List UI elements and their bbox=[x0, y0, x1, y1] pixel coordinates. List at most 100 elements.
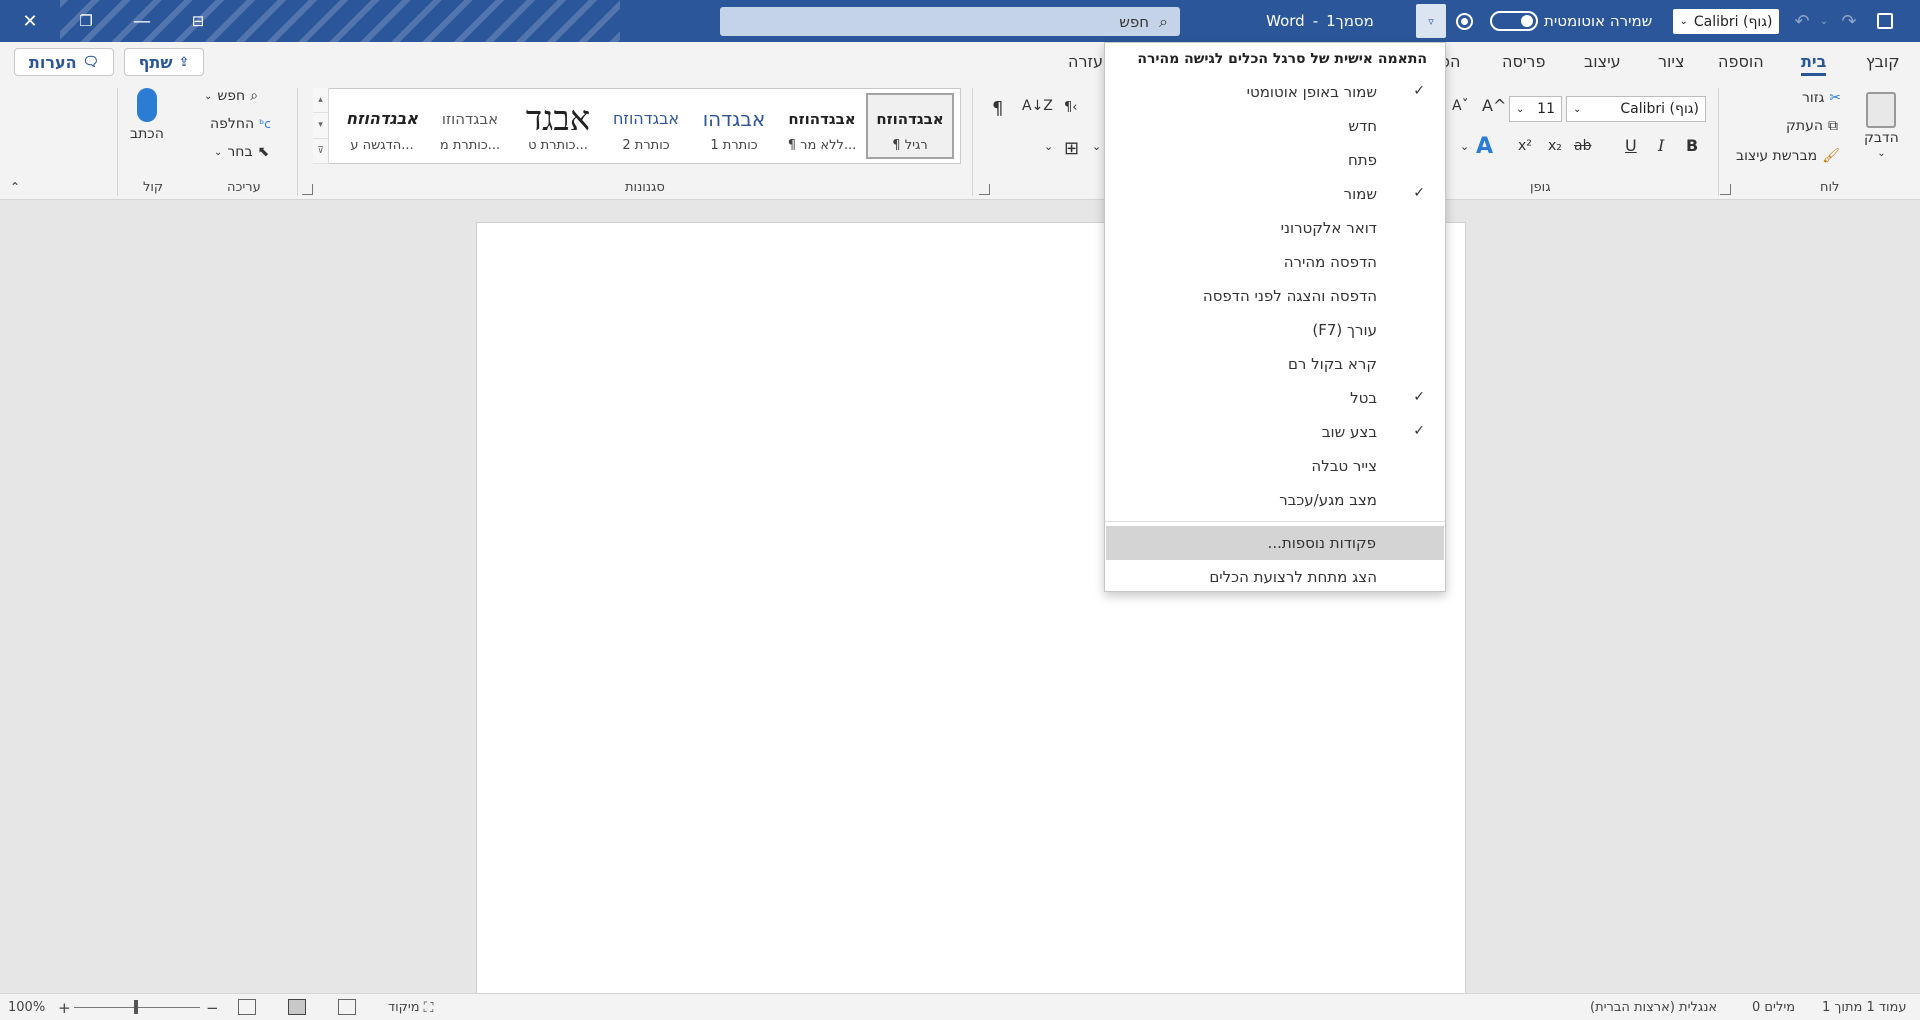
menu-item-read-aloud[interactable]: קרא בקול רם bbox=[1105, 347, 1445, 381]
tab-home[interactable]: בית bbox=[1801, 42, 1827, 80]
menu-item-undo[interactable]: ✓ בטל bbox=[1105, 381, 1445, 415]
scroll-down-icon[interactable]: ▾ bbox=[313, 113, 328, 139]
tab-layout[interactable]: פריסה bbox=[1502, 42, 1545, 80]
menu-item-more-commands[interactable]: פקודות נוספות... bbox=[1106, 526, 1444, 560]
bold-button[interactable]: B bbox=[1686, 136, 1698, 155]
style-normal[interactable]: אבגדהוזח ¶ רגיל bbox=[866, 93, 954, 159]
checkmark-icon: ✓ bbox=[1413, 83, 1425, 99]
underline-button[interactable]: U bbox=[1625, 136, 1637, 155]
autosave-toggle[interactable] bbox=[1490, 11, 1538, 31]
subscript-button[interactable]: x₂ bbox=[1548, 138, 1562, 154]
read-mode-icon[interactable] bbox=[338, 999, 356, 1015]
cut-button[interactable]: גזור ✂ bbox=[1802, 90, 1841, 106]
style-title[interactable]: אבגד כותרת ט... bbox=[514, 93, 602, 159]
style-no-spacing[interactable]: אבגדהוזח ¶ ללא מר... bbox=[778, 93, 866, 159]
borders-button[interactable]: ⊞ bbox=[1064, 138, 1079, 159]
style-emphasis[interactable]: אבגדהוזח הדגשה ע... bbox=[338, 93, 426, 159]
menu-item-open[interactable]: פתח bbox=[1105, 143, 1445, 177]
underline-icon: U bbox=[1625, 136, 1637, 155]
tab-help[interactable]: עזרה bbox=[1068, 42, 1103, 80]
shading-dropdown[interactable]: ⌄ bbox=[1044, 140, 1053, 153]
style-name: כותרת ט... bbox=[528, 137, 588, 153]
menu-item-label: שמור bbox=[1343, 185, 1377, 203]
style-name: כותרת 2 bbox=[622, 137, 670, 153]
menu-item-print-preview[interactable]: הדפסה והצגה לפני הדפסה bbox=[1105, 279, 1445, 313]
font-size-select[interactable]: ⌄ 11 bbox=[1509, 96, 1562, 122]
pilcrow-icon: ¶ bbox=[992, 98, 1004, 119]
focus-button[interactable]: מיקוד ⛶ bbox=[388, 994, 433, 1020]
menu-item-new[interactable]: חדש bbox=[1105, 109, 1445, 143]
menu-item-label: בצע שוב bbox=[1321, 423, 1377, 441]
close-button[interactable]: ✕ bbox=[2, 0, 58, 42]
menu-item-redo[interactable]: ✓ בצע שוב bbox=[1105, 415, 1445, 449]
shrink-font-button[interactable]: Aˇ bbox=[1452, 98, 1469, 114]
font-launcher-icon[interactable] bbox=[1720, 184, 1731, 195]
scroll-up-icon[interactable]: ▴ bbox=[313, 88, 328, 114]
menu-item-touch-mode[interactable]: מצב מגע/עכבר bbox=[1105, 483, 1445, 517]
page-info[interactable]: עמוד 1 מתוך 1 bbox=[1822, 994, 1906, 1020]
share-button[interactable]: שתף ⇪ bbox=[124, 48, 204, 76]
comments-button[interactable]: הערות 🗨 bbox=[14, 48, 114, 76]
rtl-button[interactable]: ¶‹ bbox=[1064, 100, 1077, 115]
group-separator bbox=[1718, 88, 1719, 196]
replace-button[interactable]: החלפה ᵇc bbox=[210, 116, 271, 132]
ribbon-display-options-button[interactable]: ⊟ bbox=[170, 0, 226, 42]
style-subtitle[interactable]: אבגדהוזו כותרת מ... bbox=[426, 93, 514, 159]
web-layout-icon[interactable] bbox=[238, 999, 256, 1015]
show-marks-button[interactable]: ¶ bbox=[992, 98, 1003, 119]
menu-item-draw-table[interactable]: צייר טבלה bbox=[1105, 449, 1445, 483]
menu-item-quick-print[interactable]: הדפסה מהירה bbox=[1105, 245, 1445, 279]
font-color-dropdown[interactable]: ⌄ bbox=[1460, 140, 1469, 153]
copy-button[interactable]: העתק ⧉ bbox=[1786, 118, 1838, 134]
font-group-label: גופן bbox=[1530, 180, 1551, 195]
zoom-in-button[interactable]: + bbox=[58, 994, 71, 1020]
sort-button[interactable]: A↓Z bbox=[1022, 98, 1053, 114]
gallery-scroll[interactable]: ▴ ▾ ⊽ bbox=[313, 88, 329, 164]
qat-font-box[interactable]: ⌄ Calibri (גוף) bbox=[1673, 9, 1779, 34]
language-status[interactable]: אנגלית (ארצות הברית) bbox=[1590, 994, 1717, 1020]
select-button[interactable]: ⌄ בחר ⬉ bbox=[214, 144, 269, 160]
menu-item-email[interactable]: דואר אלקטרוני bbox=[1105, 211, 1445, 245]
font-name-select[interactable]: ⌄ Calibri (גוף) bbox=[1566, 96, 1706, 122]
tab-design[interactable]: עיצוב bbox=[1584, 42, 1621, 80]
menu-item-editor[interactable]: עורך (F7) bbox=[1105, 313, 1445, 347]
dictate-button[interactable]: הכתב bbox=[130, 88, 164, 142]
restore-button[interactable]: ❐ bbox=[58, 0, 114, 42]
styles-launcher-icon[interactable] bbox=[302, 184, 313, 195]
format-painter-button[interactable]: מברשת עיצוב 🖌 bbox=[1736, 148, 1840, 164]
more-styles-icon[interactable]: ⊽ bbox=[313, 139, 328, 164]
tab-draw[interactable]: ציור bbox=[1658, 42, 1684, 80]
undo-button[interactable]: ↶ bbox=[1787, 0, 1817, 42]
print-layout-icon[interactable] bbox=[288, 999, 306, 1015]
redo-button[interactable]: ↷ bbox=[1834, 0, 1864, 42]
paragraph-launcher-icon[interactable] bbox=[979, 184, 990, 195]
paste-button[interactable]: הדבק ⌄ bbox=[1864, 92, 1899, 159]
save-button[interactable] bbox=[1870, 0, 1900, 42]
menu-item-autosave[interactable]: ✓ שמור באופן אוטומטי bbox=[1105, 75, 1445, 109]
italic-button[interactable]: I bbox=[1658, 136, 1664, 155]
undo-dropdown[interactable]: ⌄ bbox=[1816, 0, 1832, 42]
find-button[interactable]: ⌄ חפש ⌕ bbox=[204, 88, 258, 104]
zoom-slider-thumb[interactable] bbox=[134, 1000, 138, 1014]
superscript-button[interactable]: x² bbox=[1518, 138, 1532, 154]
strikethrough-button[interactable]: ab bbox=[1574, 138, 1591, 154]
style-sample: אבגדהוזח bbox=[612, 109, 680, 128]
borders-dropdown[interactable]: ⌄ bbox=[1092, 140, 1101, 153]
customize-qat-button[interactable]: ▿ bbox=[1416, 4, 1446, 38]
word-count[interactable]: 0 מילים bbox=[1752, 994, 1795, 1020]
menu-item-save[interactable]: ✓ שמור bbox=[1105, 177, 1445, 211]
grow-font-button[interactable]: A^ bbox=[1482, 96, 1506, 115]
menu-item-show-below-ribbon[interactable]: הצג מתחת לרצועת הכלים bbox=[1105, 560, 1445, 594]
tab-file[interactable]: קובץ bbox=[1866, 42, 1900, 80]
text-effects-button[interactable]: A bbox=[1476, 134, 1493, 159]
zoom-out-button[interactable]: − bbox=[206, 994, 219, 1020]
search-box[interactable]: חפש ⌕ bbox=[720, 7, 1180, 36]
minimize-button[interactable]: — bbox=[114, 0, 170, 42]
style-heading-2[interactable]: אבגדהוזח כותרת 2 bbox=[602, 93, 690, 159]
tab-insert[interactable]: הוספה bbox=[1718, 42, 1764, 80]
style-heading-1[interactable]: אבגדהו כותרת 1 bbox=[690, 93, 778, 159]
collapse-ribbon-button[interactable]: ⌃ bbox=[10, 180, 20, 194]
editing-group-label: עריכה bbox=[227, 180, 261, 195]
touch-mode-icon[interactable] bbox=[1456, 13, 1473, 30]
zoom-level[interactable]: 100% bbox=[8, 994, 45, 1020]
